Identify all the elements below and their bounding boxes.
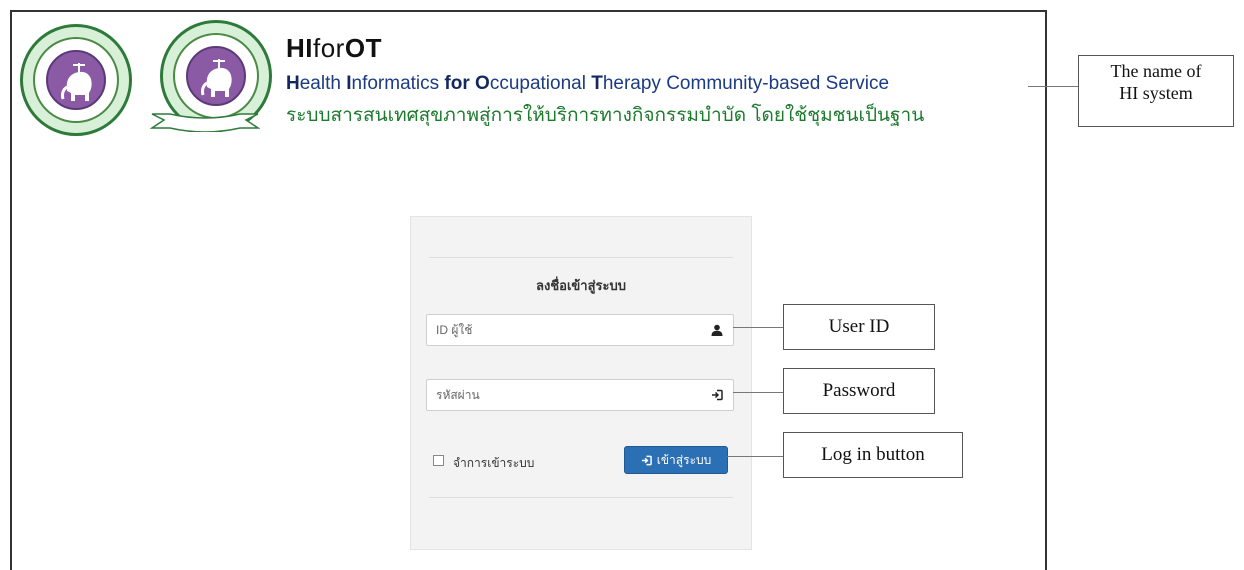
app-subtitle: Health Informatics for Occupational Ther… [286,73,889,95]
subtitle-ealth: ealth [299,73,347,94]
university-seal-logo [20,24,132,136]
callout-line-password [733,392,783,393]
subtitle-letter-h: H [286,73,300,94]
login-button[interactable]: เข้าสู่ระบบ [624,446,728,474]
callout-line-user-id [733,327,783,328]
callout-user-id: User ID [783,304,935,350]
elephant-icon [61,63,92,101]
subtitle-nformatics: nformatics [351,73,445,94]
user-id-field[interactable] [426,314,734,346]
remember-checkbox[interactable] [433,455,444,466]
panel-divider-top [429,257,733,258]
seal-ribbon [150,113,260,132]
login-button-label: เข้าสู่ระบบ [656,452,712,467]
user-id-input[interactable] [436,315,696,345]
title-for: for [313,33,345,63]
sign-in-icon [712,389,723,401]
callout-system-name-line1: The name of [1110,61,1202,81]
subtitle-rest: herapy Community-based Service [602,73,890,94]
title-ot: OT [344,33,382,63]
callout-system-name-line2: HI system [1119,83,1193,103]
password-input[interactable] [436,380,696,410]
callout-login-button: Log in button [783,432,963,478]
callout-line-system-name [1028,86,1078,87]
elephant-icon [201,59,232,97]
user-icon [711,324,723,336]
callout-password: Password [783,368,935,414]
sign-in-icon [641,455,652,465]
app-title: HIforOT [286,33,382,64]
subtitle-ccupational: ccupational [489,73,592,94]
callout-system-name: The name of HI system [1078,55,1234,127]
login-panel: ลงชื่อเข้าสู่ระบบ จำการเข้าระบบ เข้าสู่ร… [410,216,752,550]
panel-divider-bottom [429,497,733,498]
subtitle-letter-o: O [475,73,490,94]
remember-label: จำการเข้าระบบ [453,456,535,470]
login-heading: ลงชื่อเข้าสู่ระบบ [536,278,626,293]
subtitle-for: for [444,73,470,94]
title-hi: HI [286,33,313,63]
password-field[interactable] [426,379,734,411]
subtitle-letter-t: T [591,73,603,94]
thai-system-title: ระบบสารสนเทศสุขภาพสู่การให้บริการทางกิจก… [286,105,925,126]
callout-line-login-button [727,456,783,457]
